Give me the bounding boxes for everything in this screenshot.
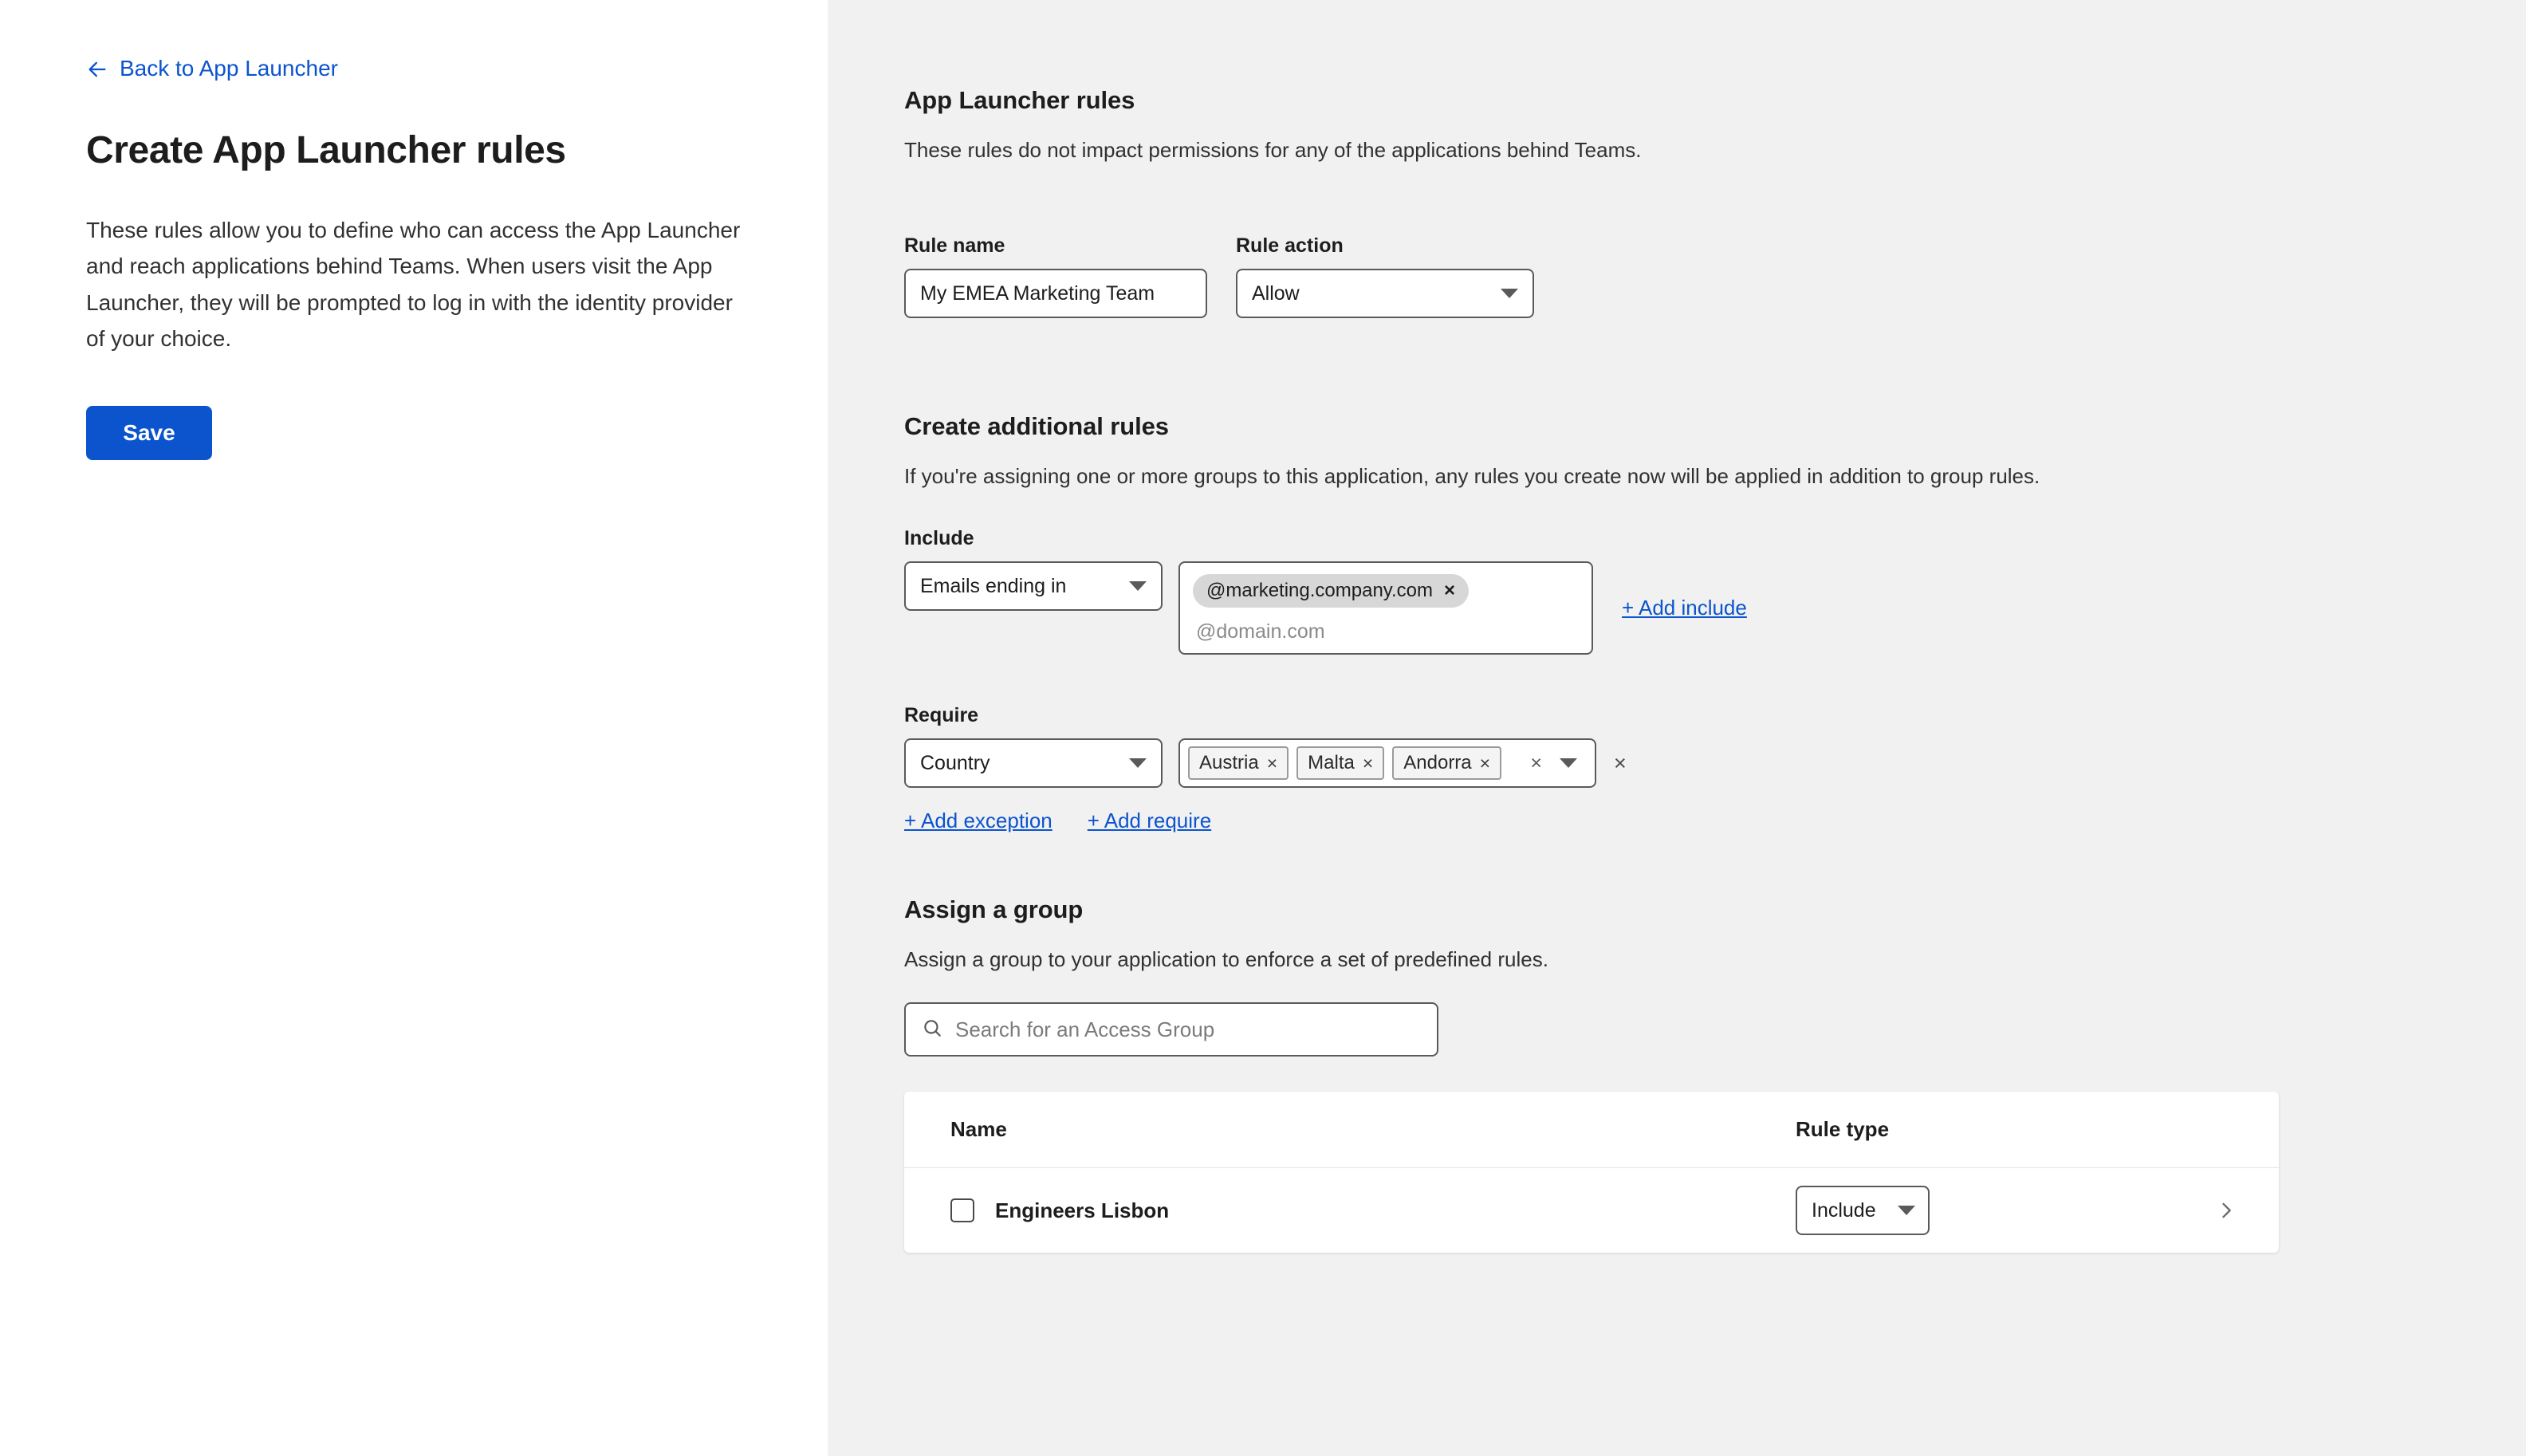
include-row: Emails ending in @marketing.company.com … [904,561,2526,655]
add-require-link[interactable]: + Add require [1088,809,1211,833]
require-chip-label: Andorra [1403,752,1471,774]
app-launcher-rules-heading: App Launcher rules [904,86,2526,115]
add-include-wrap: + Add include [1622,561,1747,655]
save-button[interactable]: Save [86,406,212,460]
rule-action-select[interactable]: Allow [1236,269,1534,318]
rule-name-input[interactable] [904,269,1207,318]
table-row[interactable]: Engineers Lisbon Include [904,1168,2279,1253]
chevron-down-icon [1501,289,1518,298]
rule-basics-row: Rule name Rule action Allow [904,234,2526,318]
cell-rule-type: Include [1796,1186,2215,1235]
rule-name-group: Rule name [904,234,1207,318]
app-launcher-rules-subtitle: These rules do not impact permissions fo… [904,135,2526,166]
cell-name: Engineers Lisbon [950,1198,1796,1223]
include-type-select[interactable]: Emails ending in [904,561,1163,611]
include-tag-input-placeholder[interactable]: @domain.com [1193,620,1579,643]
column-header-rule-type: Rule type [1796,1117,1889,1142]
require-group: Require Country Austria × Malta × [904,704,2526,833]
require-chip-label: Malta [1308,752,1355,774]
require-actions: + Add exception + Add require [904,809,2526,833]
search-input-placeholder[interactable]: Search for an Access Group [955,1017,1214,1042]
rule-action-label: Rule action [1236,234,1534,258]
remove-tag-icon[interactable]: × [1444,581,1455,600]
rule-action-group: Rule action Allow [1236,234,1534,318]
require-chip: Andorra × [1392,746,1501,780]
additional-rules-subtitle: If you're assigning one or more groups t… [904,461,2526,492]
rule-action-select-wrap: Allow [1236,269,1534,318]
row-checkbox[interactable] [950,1198,974,1222]
add-include-link[interactable]: + Add include [1622,596,1747,620]
row-rule-type-value: Include [1812,1199,1876,1222]
require-chip-label: Austria [1199,752,1259,774]
left-panel: Back to App Launcher Create App Launcher… [0,0,828,1456]
require-row: Country Austria × Malta × Andorra [904,738,2526,788]
chevron-down-icon [1129,581,1147,591]
include-tag: @marketing.company.com × [1193,574,1469,608]
require-label: Require [904,704,2526,727]
right-panel: App Launcher rules These rules do not im… [828,0,2526,1456]
additional-rules-heading: Create additional rules [904,412,2526,441]
remove-chip-icon[interactable]: × [1267,753,1277,774]
require-type-value: Country [920,752,990,775]
require-chip-field[interactable]: Austria × Malta × Andorra × × [1178,738,1596,788]
add-exception-link[interactable]: + Add exception [904,809,1052,833]
access-groups-table: Name Rule type Engineers Lisbon Include [904,1092,2279,1253]
table-header-row: Name Rule type [904,1092,2279,1168]
require-chip: Austria × [1188,746,1289,780]
chevron-down-icon [1898,1206,1915,1215]
back-to-app-launcher-link[interactable]: Back to App Launcher [86,57,338,80]
rule-type-select-wrap: Include [1796,1186,1930,1235]
page-description: These rules allow you to define who can … [86,212,742,356]
app-root: Back to App Launcher Create App Launcher… [0,0,2526,1456]
assign-group-subtitle: Assign a group to your application to en… [904,944,2526,975]
clear-all-chips-icon[interactable]: × [1530,752,1542,775]
column-header-name: Name [950,1117,1796,1142]
search-icon [922,1017,942,1042]
row-expand-chevron-right-icon[interactable] [2215,1199,2237,1222]
include-tag-field[interactable]: @marketing.company.com × @domain.com [1178,561,1593,655]
require-chip: Malta × [1296,746,1384,780]
access-group-search[interactable]: Search for an Access Group [904,1002,1438,1057]
include-group: Include Emails ending in @marketing.comp… [904,527,2526,655]
include-label: Include [904,527,2526,550]
rule-name-label: Rule name [904,234,1207,258]
chevron-down-icon [1129,758,1147,768]
include-type-value: Emails ending in [920,575,1066,598]
row-rule-type-select[interactable]: Include [1796,1186,1930,1235]
require-selector-wrap: Country [904,738,1163,788]
group-name-label: Engineers Lisbon [995,1198,1169,1223]
remove-require-row-button[interactable]: × [1614,751,1627,776]
back-link-label: Back to App Launcher [120,57,338,80]
chevron-down-icon[interactable] [1560,758,1577,768]
require-type-select[interactable]: Country [904,738,1163,788]
arrow-left-icon [86,58,108,81]
rule-action-value: Allow [1252,282,1300,305]
page-title: Create App Launcher rules [86,128,742,172]
include-selector-wrap: Emails ending in [904,561,1163,655]
assign-group-heading: Assign a group [904,895,2526,924]
remove-chip-icon[interactable]: × [1480,753,1490,774]
remove-chip-icon[interactable]: × [1363,753,1373,774]
include-tag-label: @marketing.company.com [1206,580,1433,602]
